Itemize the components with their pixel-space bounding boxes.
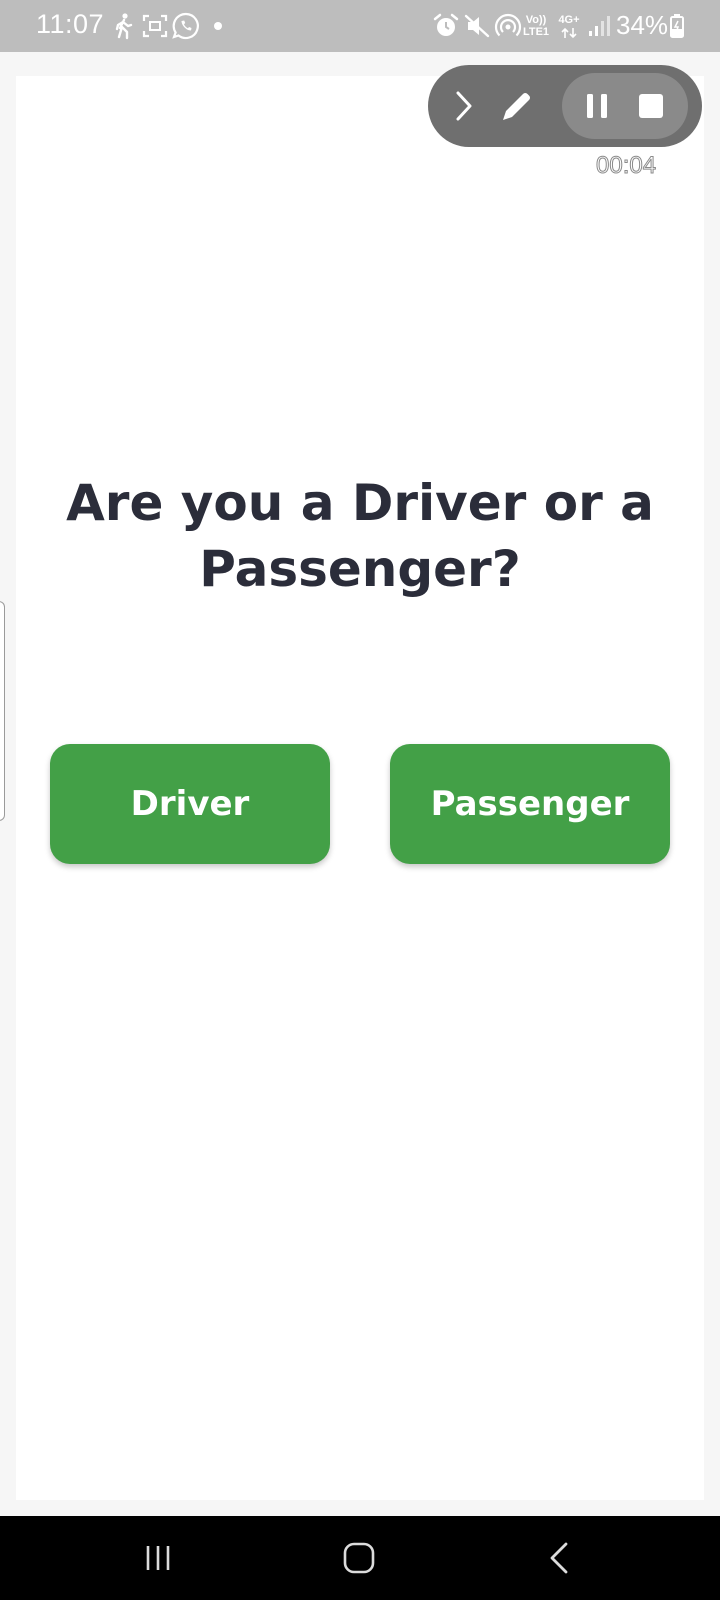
signal-icon [589, 16, 610, 36]
notification-dot-icon [214, 22, 222, 30]
navigation-bar [0, 1516, 720, 1600]
passenger-button[interactable]: Passenger [390, 744, 670, 864]
whatsapp-icon [172, 12, 199, 40]
data-arrows-icon [561, 27, 577, 39]
network-type-label: 4G+ [558, 14, 580, 26]
pencil-icon[interactable] [498, 87, 536, 125]
pause-icon[interactable] [582, 90, 612, 122]
walking-icon [115, 13, 133, 40]
stop-icon[interactable] [636, 90, 666, 122]
mute-icon [464, 14, 490, 38]
alarm-icon [433, 13, 459, 36]
home-icon[interactable] [337, 1536, 381, 1580]
passenger-button-label: Passenger [430, 784, 630, 824]
driver-button-label: Driver [130, 784, 250, 824]
role-question: Are you a Driver or a Passenger? [66, 474, 654, 598]
hotspot-icon [494, 13, 522, 37]
volte-label: Vo)) [525, 14, 547, 26]
back-icon[interactable] [538, 1536, 582, 1580]
status-bar: 11:07 Vo)) LTE1 4G+ 34% [0, 0, 720, 52]
lte-label: LTE1 [522, 26, 550, 38]
recent-apps-icon[interactable] [136, 1536, 180, 1580]
screenshot-icon [142, 14, 168, 38]
recording-timer: 00:04 [595, 152, 657, 180]
driver-button[interactable]: Driver [50, 744, 330, 864]
edge-panel-handle[interactable] [0, 601, 5, 821]
expand-chevron-icon[interactable] [450, 89, 476, 123]
battery-percent: 34% [616, 10, 669, 40]
screen-recorder-toolbar [428, 65, 702, 147]
status-time: 11:07 [36, 9, 105, 39]
battery-icon [670, 14, 684, 38]
recording-controls [562, 73, 688, 139]
